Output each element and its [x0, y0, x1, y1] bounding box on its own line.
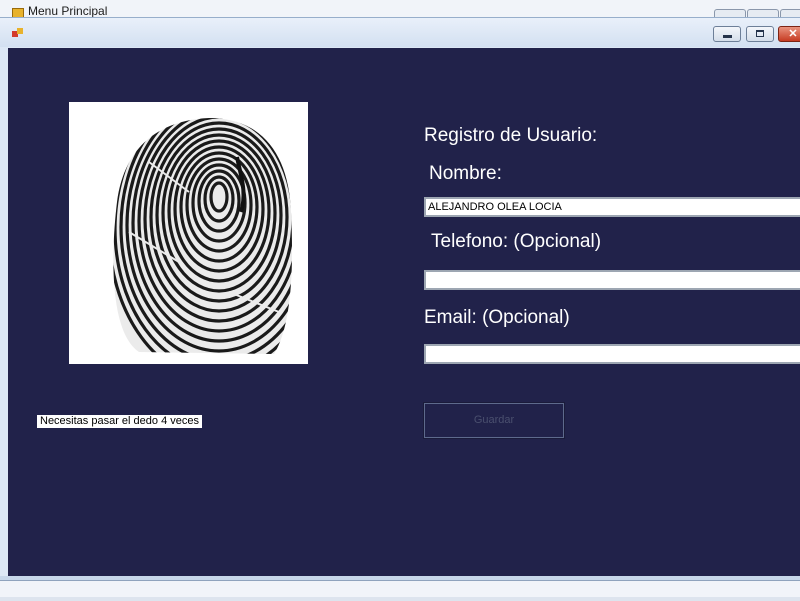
save-button[interactable]: Guardar — [423, 402, 565, 439]
telefono-label: Telefono: (Opcional) — [431, 231, 602, 252]
form-client-area: Necesitas pasar el dedo 4 veces Registro… — [8, 48, 800, 576]
email-label: Email: (Opcional) — [424, 307, 570, 328]
nombre-label: Nombre: — [429, 163, 502, 184]
background-window-bottom — [0, 580, 800, 601]
maximize-button[interactable] — [746, 26, 774, 42]
app-icon[interactable] — [12, 28, 24, 38]
minimize-icon — [723, 35, 732, 38]
nombre-input[interactable] — [424, 197, 800, 217]
close-icon: ✕ — [788, 28, 798, 40]
close-button[interactable]: ✕ — [778, 26, 800, 42]
finger-scan-hint: Necesitas pasar el dedo 4 veces — [37, 415, 202, 428]
minimize-button[interactable] — [713, 26, 741, 42]
registration-window: ✕ Necesitas pasar el dedo 4 veces Regist… — [0, 17, 800, 580]
email-input[interactable] — [424, 344, 800, 364]
telefono-input[interactable] — [424, 270, 800, 290]
maximize-icon — [756, 30, 764, 37]
fingerprint-icon — [69, 102, 308, 364]
fingerprint-image — [69, 102, 308, 364]
background-window-title: Menu Principal — [28, 4, 108, 18]
window-titlebar[interactable]: ✕ — [0, 18, 800, 47]
form-heading: Registro de Usuario: — [424, 125, 598, 146]
